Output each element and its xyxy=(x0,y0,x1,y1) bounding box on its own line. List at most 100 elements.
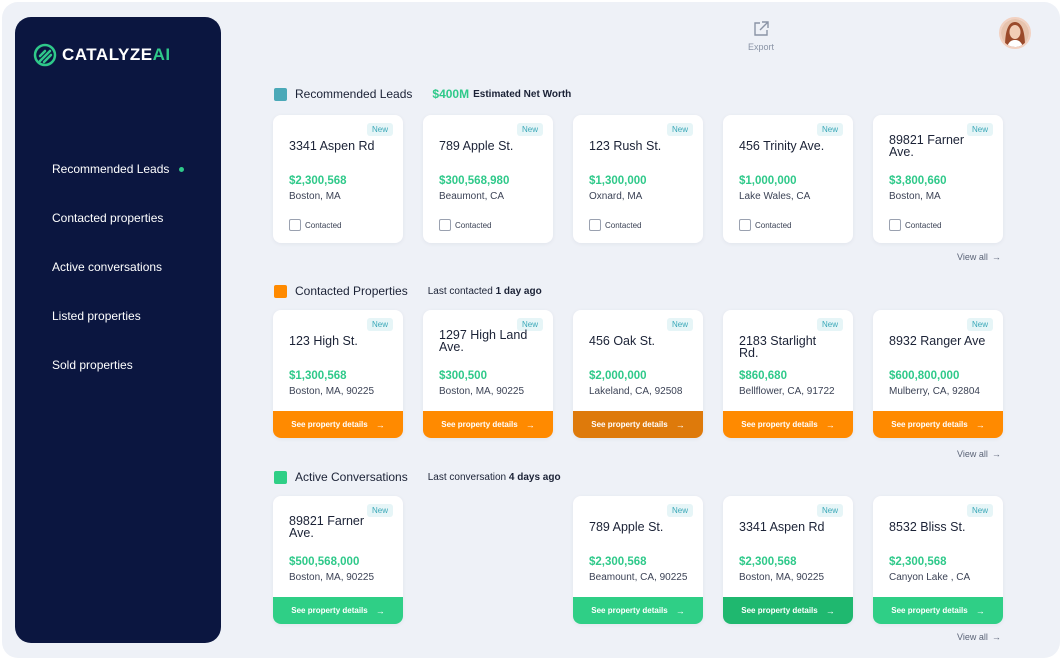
property-price: $860,680 xyxy=(739,370,787,382)
export-label: Export xyxy=(747,42,774,52)
checkbox-box[interactable] xyxy=(289,219,301,231)
recommended-card[interactable]: New 456 Trinity Ave. $1,000,000 Lake Wal… xyxy=(723,115,853,243)
brand-name-main: CATALYZE xyxy=(62,45,153,64)
new-badge: New xyxy=(966,318,993,331)
sidebar-nav: Recommended Leads Contacted properties A… xyxy=(52,162,202,407)
arrow-right-icon: → xyxy=(375,605,385,616)
cta-label: See property details xyxy=(441,420,518,429)
arrow-right-icon: → xyxy=(975,605,985,616)
property-price: $300,500 xyxy=(439,370,487,382)
contacted-card[interactable]: New 2183 Starlight Rd. $860,680 Bellflow… xyxy=(723,310,853,438)
cta-label: See property details xyxy=(291,606,368,615)
property-city: Beamount, CA, 90225 xyxy=(589,572,688,583)
recommended-card[interactable]: New 123 Rush St. $1,300,000 Oxnard, MA C… xyxy=(573,115,703,243)
see-property-details-button[interactable]: See property details → xyxy=(273,411,403,438)
new-badge: New xyxy=(516,123,543,136)
property-city: Boston, MA, 90225 xyxy=(289,386,375,397)
view-all-link[interactable]: View all → xyxy=(957,632,1001,642)
property-price: $2,300,568 xyxy=(289,175,347,187)
sidebar-item-recommended-leads[interactable]: Recommended Leads xyxy=(52,162,202,211)
arrow-right-icon: → xyxy=(991,449,1001,459)
catalyze-logo-icon xyxy=(33,43,57,67)
contacted-card[interactable]: New 123 High St. $1,300,568 Boston, MA, … xyxy=(273,310,403,438)
user-avatar[interactable] xyxy=(999,17,1031,49)
brand-logo[interactable]: CATALYZEAI xyxy=(33,43,171,67)
sidebar-item-listed-properties[interactable]: Listed properties xyxy=(52,309,202,358)
recommended-card[interactable]: New 3341 Aspen Rd $2,300,568 Boston, MA … xyxy=(273,115,403,243)
recommended-card[interactable]: New 89821 Farner Ave. $3,800,660 Boston,… xyxy=(873,115,1003,243)
contacted-card[interactable]: New 456 Oak St. $2,000,000 Lakeland, CA,… xyxy=(573,310,703,438)
see-property-details-button[interactable]: See property details → xyxy=(423,411,553,438)
property-price: $1,300,568 xyxy=(289,370,347,382)
checkbox-label: Contacted xyxy=(605,220,642,230)
sidebar-item-sold-properties[interactable]: Sold properties xyxy=(52,358,202,407)
active-section-header: Active Conversations Last conversation 4… xyxy=(274,470,561,484)
cta-label: See property details xyxy=(891,420,968,429)
property-address: 123 Rush St. xyxy=(589,139,662,153)
export-button[interactable]: Export xyxy=(744,20,778,52)
view-all-link[interactable]: View all → xyxy=(957,252,1001,262)
property-price: $2,300,568 xyxy=(739,556,797,568)
recommended-card[interactable]: New 789 Apple St. $300,568,980 Beaumont,… xyxy=(423,115,553,243)
active-card[interactable]: New 3341 Aspen Rd $2,300,568 Boston, MA,… xyxy=(723,496,853,624)
contacted-checkbox[interactable]: Contacted xyxy=(439,219,491,231)
cta-label: See property details xyxy=(741,420,818,429)
view-all-label: View all xyxy=(957,632,988,642)
sidebar-item-contacted-properties[interactable]: Contacted properties xyxy=(52,211,202,260)
new-badge: New xyxy=(816,123,843,136)
cta-label: See property details xyxy=(891,606,968,615)
property-price: $1,300,000 xyxy=(589,175,647,187)
checkbox-label: Contacted xyxy=(455,220,492,230)
last-contacted-meta: Last contacted 1 day ago xyxy=(428,286,542,297)
property-address: 8532 Bliss St. xyxy=(889,520,966,534)
active-card[interactable]: New 89821 Farner Ave. $500,568,000 Bosto… xyxy=(273,496,403,624)
cta-label: See property details xyxy=(591,606,668,615)
contacted-checkbox[interactable]: Contacted xyxy=(589,219,641,231)
checkbox-box[interactable] xyxy=(889,219,901,231)
checkbox-box[interactable] xyxy=(589,219,601,231)
see-property-details-button[interactable]: See property details → xyxy=(273,597,403,624)
new-badge: New xyxy=(666,123,693,136)
property-address: 456 Trinity Ave. xyxy=(739,139,825,153)
contacted-checkbox[interactable]: Contacted xyxy=(739,219,791,231)
meta-value: 1 day ago xyxy=(495,285,542,297)
recommended-title: Recommended Leads xyxy=(295,87,413,101)
property-city: Bellflower, CA, 91722 xyxy=(739,386,835,397)
contacted-checkbox[interactable]: Contacted xyxy=(289,219,341,231)
contacted-checkbox[interactable]: Contacted xyxy=(889,219,941,231)
see-property-details-button[interactable]: See property details → xyxy=(573,411,703,438)
sidebar-item-active-conversations[interactable]: Active conversations xyxy=(52,260,202,309)
networth-label: Estimated Net Worth xyxy=(473,88,572,100)
see-property-details-button[interactable]: See property details → xyxy=(573,597,703,624)
meta-prefix: Last contacted xyxy=(427,285,493,297)
new-badge: New xyxy=(366,123,393,136)
arrow-right-icon: → xyxy=(375,419,385,430)
cta-label: See property details xyxy=(291,420,368,429)
property-price: $2,300,568 xyxy=(589,556,647,568)
sidebar-item-label: Contacted properties xyxy=(52,211,164,225)
active-card[interactable]: New 789 Apple St. $2,300,568 Beamount, C… xyxy=(573,496,703,624)
property-city: Mulberry, CA, 92804 xyxy=(889,386,980,397)
arrow-right-icon: → xyxy=(675,419,685,430)
see-property-details-button[interactable]: See property details → xyxy=(873,597,1003,624)
property-price: $1,000,000 xyxy=(739,175,797,187)
contacted-section-header: Contacted Properties Last contacted 1 da… xyxy=(274,284,542,298)
contacted-card[interactable]: New 8932 Ranger Ave $600,800,000 Mulberr… xyxy=(873,310,1003,438)
property-city: Beaumont, CA xyxy=(439,191,505,202)
property-city: Lakeland, CA, 92508 xyxy=(589,386,683,397)
property-address: 123 High St. xyxy=(289,334,358,348)
see-property-details-button[interactable]: See property details → xyxy=(723,597,853,624)
sidebar-item-label: Recommended Leads xyxy=(52,162,170,176)
new-badge: New xyxy=(816,318,843,331)
view-all-label: View all xyxy=(957,252,988,262)
see-property-details-button[interactable]: See property details → xyxy=(723,411,853,438)
checkbox-box[interactable] xyxy=(439,219,451,231)
checkbox-box[interactable] xyxy=(739,219,751,231)
new-badge: New xyxy=(966,504,993,517)
arrow-right-icon: → xyxy=(825,605,835,616)
active-card[interactable]: New 8532 Bliss St. $2,300,568 Canyon Lak… xyxy=(873,496,1003,624)
see-property-details-button[interactable]: See property details → xyxy=(873,411,1003,438)
contacted-swatch xyxy=(274,284,287,298)
contacted-card[interactable]: New 1297 High Land Ave. $300,500 Boston,… xyxy=(423,310,553,438)
view-all-link[interactable]: View all → xyxy=(957,449,1001,459)
